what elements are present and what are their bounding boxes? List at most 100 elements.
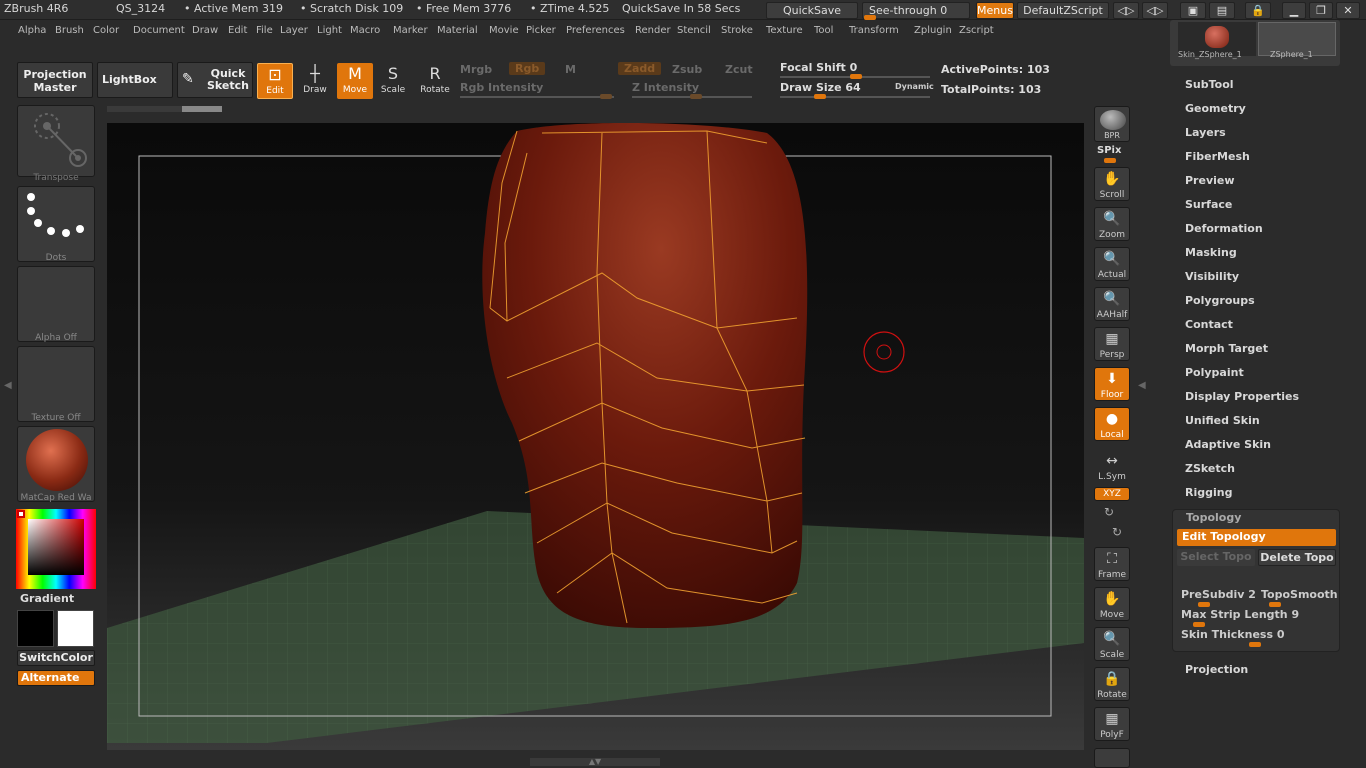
menu-alpha[interactable]: Alpha bbox=[18, 25, 46, 36]
palette-subtool[interactable]: SubTool bbox=[1185, 78, 1234, 91]
transp-button[interactable] bbox=[1094, 748, 1130, 768]
view-rotate-button[interactable]: 🔒 Rotate bbox=[1094, 667, 1130, 701]
right-tray-handle-icon[interactable]: ◀ bbox=[1138, 380, 1146, 404]
rgb-intensity-slider[interactable]: Rgb Intensity bbox=[460, 81, 543, 94]
lock-icon[interactable]: 🔒 bbox=[1245, 2, 1271, 19]
palette-masking[interactable]: Masking bbox=[1185, 246, 1237, 259]
lightbox-button[interactable]: LightBox bbox=[97, 62, 173, 98]
main-color-swatch[interactable] bbox=[57, 610, 94, 647]
rotate-button[interactable]: R Rotate bbox=[417, 63, 453, 99]
skin-thickness-knob[interactable] bbox=[1249, 642, 1261, 647]
hide-right-icon[interactable]: ◁▷ bbox=[1142, 2, 1168, 19]
palette-contact[interactable]: Contact bbox=[1185, 318, 1233, 331]
hide-left-icon[interactable]: ◁▷ bbox=[1113, 2, 1139, 19]
alpha-thumb[interactable] bbox=[17, 266, 95, 342]
rotate-y-icon[interactable]: ↻ bbox=[1104, 505, 1114, 519]
spix-label[interactable]: SPix bbox=[1097, 145, 1121, 156]
palette-display-properties[interactable]: Display Properties bbox=[1185, 390, 1299, 403]
draw-size-knob[interactable] bbox=[814, 94, 826, 99]
floor-button[interactable]: ⬇ Floor bbox=[1094, 367, 1130, 401]
menu-stencil[interactable]: Stencil bbox=[677, 25, 711, 36]
focal-shift-slider[interactable]: Focal Shift 0 bbox=[780, 61, 857, 74]
presubdiv-knob[interactable] bbox=[1198, 602, 1210, 607]
color-picker[interactable] bbox=[16, 509, 96, 589]
scroll-button[interactable]: ✋ Scroll bbox=[1094, 167, 1130, 201]
persp-button[interactable]: ▦ Persp bbox=[1094, 327, 1130, 361]
menu-render[interactable]: Render bbox=[635, 25, 671, 36]
quicksave-button[interactable]: QuickSave bbox=[766, 2, 858, 19]
bpr-button[interactable]: BPR bbox=[1094, 106, 1130, 142]
palette-polygroups[interactable]: Polygroups bbox=[1185, 294, 1255, 307]
zadd-button[interactable]: Zadd bbox=[618, 62, 662, 75]
left-tray-handle-icon[interactable]: ◀ bbox=[4, 380, 12, 404]
gradient-label[interactable]: Gradient bbox=[20, 592, 74, 605]
menu-transform[interactable]: Transform bbox=[849, 25, 899, 36]
rotate-z-icon[interactable]: ↻ bbox=[1112, 525, 1122, 539]
projection-master-button[interactable]: Projection Master bbox=[17, 62, 93, 98]
menu-color[interactable]: Color bbox=[93, 25, 119, 36]
palette-layers[interactable]: Layers bbox=[1185, 126, 1226, 139]
menu-file[interactable]: File bbox=[256, 25, 273, 36]
rgb-intensity-track[interactable] bbox=[460, 96, 614, 98]
restore-icon[interactable]: ❐ bbox=[1309, 2, 1333, 19]
presubdiv-slider[interactable]: PreSubdiv 2 bbox=[1181, 588, 1256, 601]
layout2-icon[interactable]: ▤ bbox=[1209, 2, 1235, 19]
delete-topo-button[interactable]: Delete Topo bbox=[1258, 549, 1336, 566]
frame-button[interactable]: ⛶ Frame bbox=[1094, 547, 1130, 581]
menu-draw[interactable]: Draw bbox=[192, 25, 218, 36]
scale-button[interactable]: S Scale bbox=[375, 63, 411, 99]
palette-preview[interactable]: Preview bbox=[1185, 174, 1235, 187]
mrgb-button[interactable]: Mrgb bbox=[460, 63, 492, 76]
menu-light[interactable]: Light bbox=[317, 25, 342, 36]
palette-adaptive-skin[interactable]: Adaptive Skin bbox=[1185, 438, 1271, 451]
spix-knob[interactable] bbox=[1104, 158, 1116, 163]
menu-marker[interactable]: Marker bbox=[393, 25, 428, 36]
max-strip-length-slider[interactable]: Max Strip Length 9 bbox=[1181, 608, 1299, 621]
draw-button[interactable]: ┼ Draw bbox=[297, 63, 333, 99]
color-square[interactable] bbox=[28, 519, 84, 575]
alternate-button[interactable]: Alternate bbox=[17, 670, 95, 686]
palette-deformation[interactable]: Deformation bbox=[1185, 222, 1263, 235]
lsym-button[interactable]: ↔ L.Sym bbox=[1094, 450, 1130, 482]
default-zscript-button[interactable]: DefaultZScript bbox=[1017, 2, 1109, 19]
texture-thumb[interactable] bbox=[17, 346, 95, 422]
menu-picker[interactable]: Picker bbox=[526, 25, 556, 36]
zcut-button[interactable]: Zcut bbox=[725, 63, 753, 76]
view-scale-button[interactable]: 🔍 Scale bbox=[1094, 627, 1130, 661]
rgb-button[interactable]: Rgb bbox=[509, 62, 546, 75]
palette-morph-target[interactable]: Morph Target bbox=[1185, 342, 1268, 355]
close-icon[interactable]: ✕ bbox=[1336, 2, 1360, 19]
zsub-button[interactable]: Zsub bbox=[672, 63, 702, 76]
seethrough-knob[interactable] bbox=[864, 15, 876, 20]
canvas-viewport[interactable] bbox=[107, 123, 1084, 750]
topology-header[interactable]: Topology bbox=[1186, 511, 1241, 524]
draw-size-track[interactable] bbox=[780, 96, 930, 98]
palette-unified-skin[interactable]: Unified Skin bbox=[1185, 414, 1260, 427]
menu-texture[interactable]: Texture bbox=[766, 25, 803, 36]
switchcolor-button[interactable]: SwitchColor bbox=[17, 650, 95, 666]
menu-tool[interactable]: Tool bbox=[814, 25, 833, 36]
menu-edit[interactable]: Edit bbox=[228, 25, 247, 36]
menu-macro[interactable]: Macro bbox=[350, 25, 380, 36]
menu-preferences[interactable]: Preferences bbox=[566, 25, 625, 36]
menu-layer[interactable]: Layer bbox=[280, 25, 308, 36]
edit-topology-button[interactable]: Edit Topology bbox=[1177, 529, 1336, 546]
select-topo-button[interactable]: Select Topo bbox=[1177, 549, 1255, 566]
brush-stroke-thumb[interactable] bbox=[17, 186, 95, 262]
palette-projection[interactable]: Projection bbox=[1185, 663, 1248, 676]
palette-visibility[interactable]: Visibility bbox=[1185, 270, 1239, 283]
move-button[interactable]: M Move bbox=[337, 63, 373, 99]
toposmooth-slider[interactable]: TopoSmooth bbox=[1261, 588, 1338, 601]
menu-stroke[interactable]: Stroke bbox=[721, 25, 753, 36]
z-intensity-knob[interactable] bbox=[690, 94, 702, 99]
palette-fibermesh[interactable]: FiberMesh bbox=[1185, 150, 1250, 163]
rgb-intensity-knob[interactable] bbox=[600, 94, 612, 99]
skin-thickness-slider[interactable]: Skin Thickness 0 bbox=[1181, 628, 1284, 641]
z-intensity-slider[interactable]: Z Intensity bbox=[632, 81, 699, 94]
quick-sketch-button[interactable]: ✎ Quick Sketch bbox=[177, 62, 253, 98]
minimize-icon[interactable]: ▁ bbox=[1282, 2, 1306, 19]
dynamic-toggle[interactable]: Dynamic bbox=[895, 82, 934, 91]
palette-rigging[interactable]: Rigging bbox=[1185, 486, 1232, 499]
max-strip-knob[interactable] bbox=[1193, 622, 1205, 627]
local-button[interactable]: ● Local bbox=[1094, 407, 1130, 441]
